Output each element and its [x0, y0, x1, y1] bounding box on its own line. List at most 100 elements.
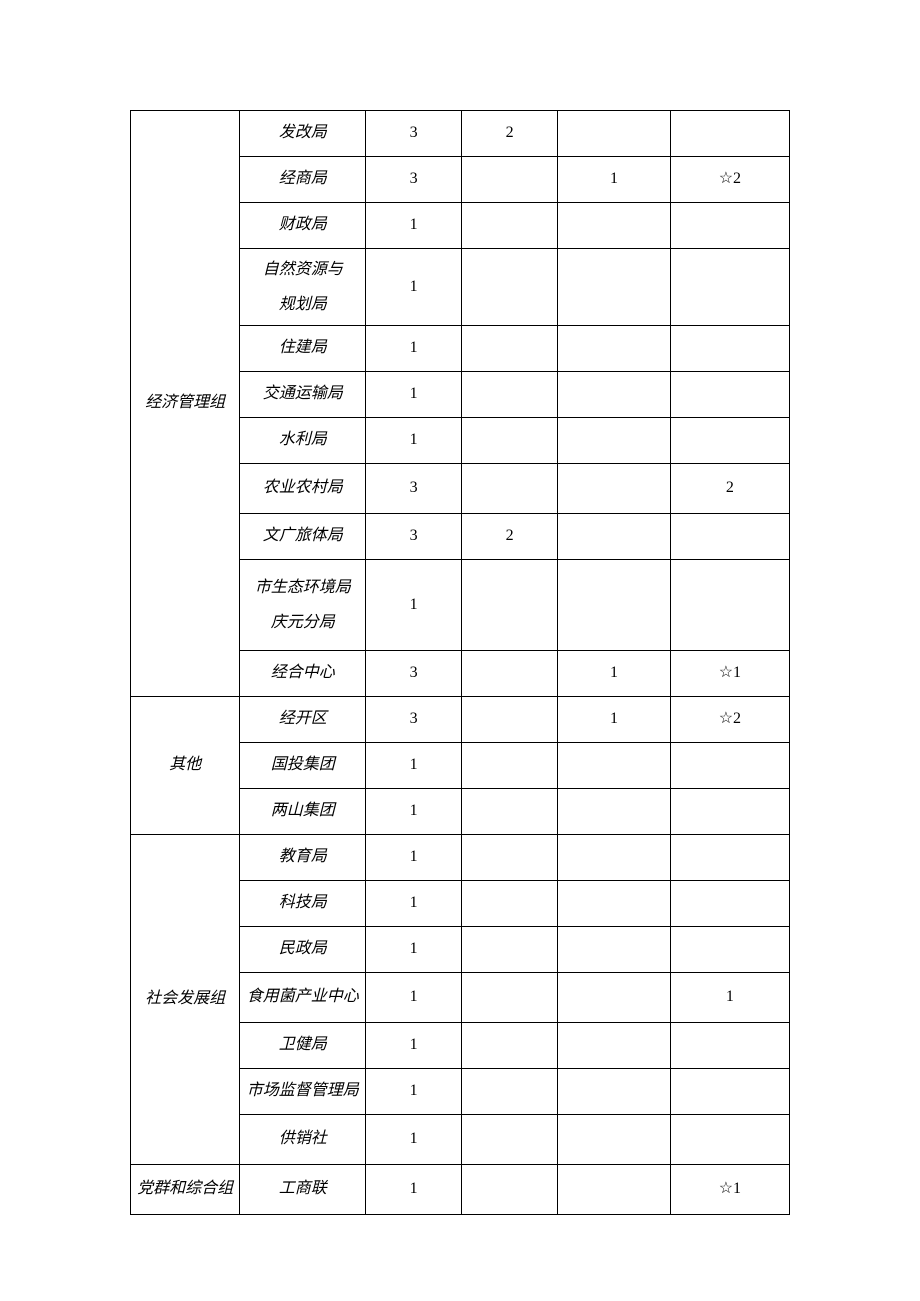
value-cell	[558, 203, 671, 249]
value-cell: ☆2	[670, 697, 789, 743]
dept-cell: 经合中心	[240, 651, 366, 697]
value-cell	[462, 1069, 558, 1115]
value-cell	[462, 203, 558, 249]
value-cell	[462, 1165, 558, 1215]
value-cell: 3	[366, 464, 462, 514]
value-cell	[462, 249, 558, 326]
dept-cell: 经商局	[240, 157, 366, 203]
value-cell: 1	[366, 249, 462, 326]
group-cell: 社会发展组	[131, 835, 240, 1165]
dept-cell: 供销社	[240, 1115, 366, 1165]
dept-cell: 财政局	[240, 203, 366, 249]
value-cell	[558, 1023, 671, 1069]
value-cell: 1	[366, 1023, 462, 1069]
dept-cell: 民政局	[240, 927, 366, 973]
value-cell	[670, 249, 789, 326]
value-cell: 3	[366, 651, 462, 697]
value-cell	[670, 1069, 789, 1115]
value-cell	[670, 835, 789, 881]
value-cell	[462, 372, 558, 418]
dept-cell: 市场监督管理局	[240, 1069, 366, 1115]
value-cell	[462, 651, 558, 697]
dept-cell: 科技局	[240, 881, 366, 927]
dept-cell: 发改局	[240, 111, 366, 157]
table-row: 其他 经开区 3 1 ☆2	[131, 697, 790, 743]
dept-cell: 农业农村局	[240, 464, 366, 514]
value-cell: 1	[366, 326, 462, 372]
value-cell	[670, 418, 789, 464]
value-cell	[558, 1069, 671, 1115]
value-cell	[462, 326, 558, 372]
dept-cell: 水利局	[240, 418, 366, 464]
value-cell	[462, 743, 558, 789]
value-cell	[462, 835, 558, 881]
value-cell	[558, 111, 671, 157]
value-cell: ☆1	[670, 1165, 789, 1215]
dept-cell: 自然资源与规划局	[240, 249, 366, 326]
value-cell	[558, 927, 671, 973]
value-cell	[462, 881, 558, 927]
value-cell	[670, 743, 789, 789]
dept-cell: 工商联	[240, 1165, 366, 1215]
value-cell	[558, 1115, 671, 1165]
allocation-table: 经济管理组 发改局 3 2 经商局 3 1 ☆2 财政局 1 自然资源与规划局 …	[130, 110, 790, 1215]
value-cell	[558, 1165, 671, 1215]
value-cell	[558, 418, 671, 464]
value-cell	[462, 157, 558, 203]
value-cell	[670, 789, 789, 835]
value-cell	[558, 743, 671, 789]
group-cell: 党群和综合组	[131, 1165, 240, 1215]
value-cell: 2	[462, 514, 558, 560]
dept-cell: 交通运输局	[240, 372, 366, 418]
value-cell: 1	[558, 157, 671, 203]
value-cell	[558, 514, 671, 560]
value-cell: 3	[366, 514, 462, 560]
value-cell	[670, 560, 789, 651]
value-cell: 1	[366, 1165, 462, 1215]
value-cell	[558, 973, 671, 1023]
dept-cell: 国投集团	[240, 743, 366, 789]
dept-cell: 经开区	[240, 697, 366, 743]
table-row: 社会发展组 教育局 1	[131, 835, 790, 881]
value-cell: ☆1	[670, 651, 789, 697]
value-cell	[670, 1115, 789, 1165]
value-cell	[558, 326, 671, 372]
value-cell: 2	[670, 464, 789, 514]
dept-cell: 两山集团	[240, 789, 366, 835]
value-cell	[462, 464, 558, 514]
value-cell: 1	[558, 697, 671, 743]
value-cell: 1	[558, 651, 671, 697]
value-cell	[462, 1023, 558, 1069]
table-row: 党群和综合组 工商联 1 ☆1	[131, 1165, 790, 1215]
value-cell	[462, 697, 558, 743]
dept-cell: 文广旅体局	[240, 514, 366, 560]
value-cell: ☆2	[670, 157, 789, 203]
dept-cell: 教育局	[240, 835, 366, 881]
value-cell: 1	[366, 560, 462, 651]
value-cell: 2	[462, 111, 558, 157]
value-cell: 1	[366, 1115, 462, 1165]
value-cell	[670, 111, 789, 157]
value-cell	[670, 514, 789, 560]
dept-cell: 卫健局	[240, 1023, 366, 1069]
value-cell	[462, 789, 558, 835]
value-cell: 3	[366, 111, 462, 157]
value-cell: 1	[366, 203, 462, 249]
value-cell	[462, 927, 558, 973]
value-cell	[670, 372, 789, 418]
group-cell: 经济管理组	[131, 111, 240, 697]
value-cell: 1	[366, 1069, 462, 1115]
document-page: 经济管理组 发改局 3 2 经商局 3 1 ☆2 财政局 1 自然资源与规划局 …	[0, 0, 920, 1215]
dept-cell: 市生态环境局庆元分局	[240, 560, 366, 651]
value-cell	[558, 835, 671, 881]
value-cell	[670, 927, 789, 973]
value-cell: 1	[366, 789, 462, 835]
value-cell: 1	[366, 835, 462, 881]
value-cell	[670, 881, 789, 927]
value-cell	[558, 560, 671, 651]
value-cell	[462, 1115, 558, 1165]
value-cell	[670, 1023, 789, 1069]
dept-cell: 食用菌产业中心	[240, 973, 366, 1023]
value-cell: 1	[366, 881, 462, 927]
value-cell	[558, 789, 671, 835]
